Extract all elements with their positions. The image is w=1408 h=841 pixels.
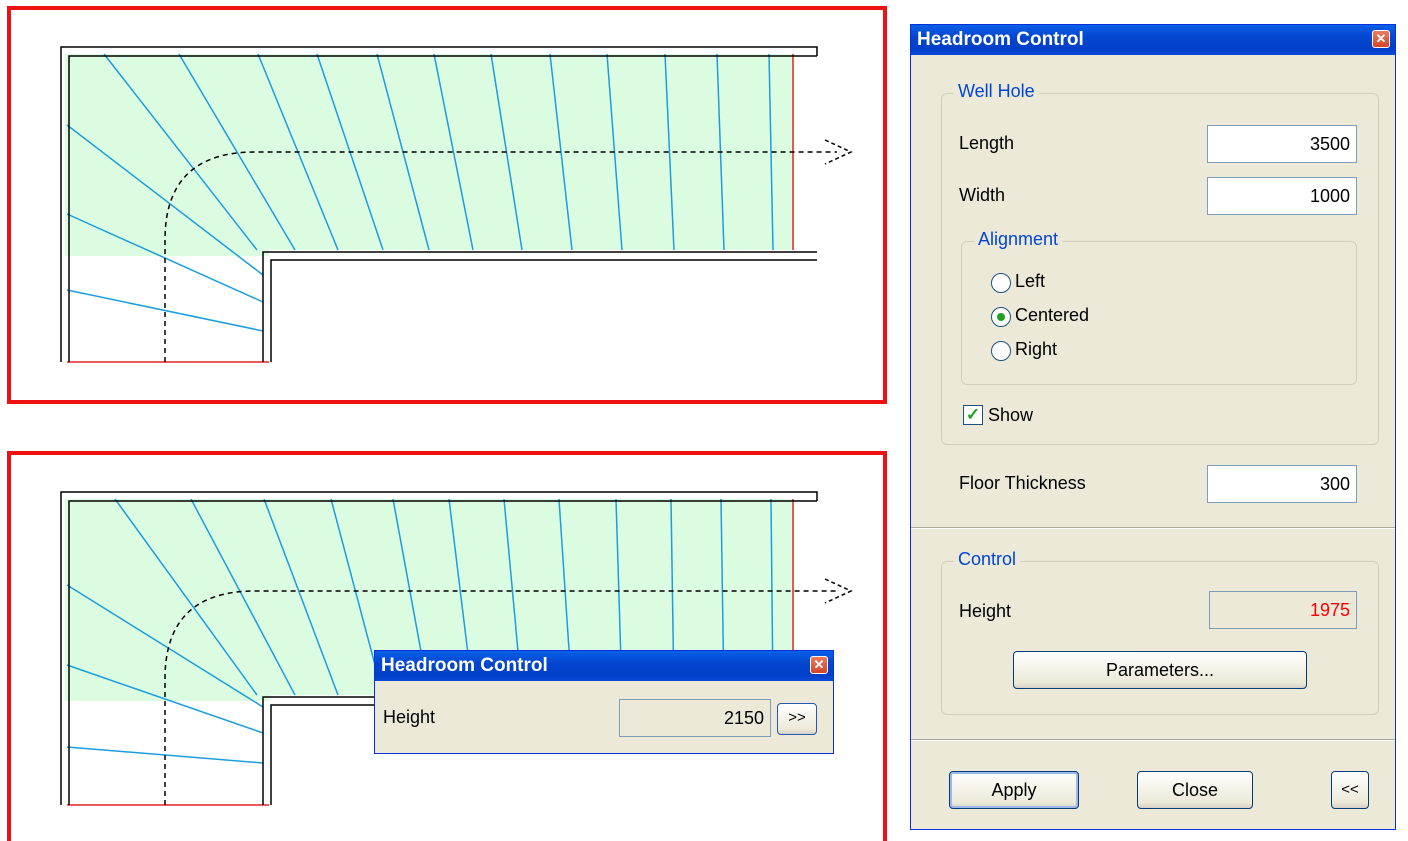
mini-dialog-title: Headroom Control: [381, 655, 548, 676]
mini-height-value: 2150: [619, 699, 771, 737]
height-label: Height: [959, 601, 1012, 621]
radio-right-label: Right: [1015, 339, 1058, 359]
expand-button[interactable]: >>: [777, 703, 817, 735]
width-field[interactable]: 1000: [1207, 177, 1357, 215]
mini-height-label: Height: [383, 707, 436, 727]
radio-right-button[interactable]: [991, 341, 1011, 361]
dialog-titlebar[interactable]: Headroom Control ✕: [911, 25, 1395, 55]
radio-left-button[interactable]: [991, 273, 1011, 293]
radio-centered-label: Centered: [1015, 305, 1090, 325]
plan-view-bottom: [7, 451, 887, 841]
well-hole-legend: Well Hole: [954, 81, 1039, 102]
width-label: Width: [959, 185, 1006, 205]
stair-plan-bottom: [60, 491, 853, 806]
stair-fill: [65, 54, 793, 256]
parameters-button[interactable]: Parameters...: [1013, 651, 1307, 689]
stair-plan-top: [60, 46, 853, 363]
close-button[interactable]: Close: [1137, 771, 1253, 809]
divider: [911, 739, 1395, 741]
plan-view-top: [7, 6, 887, 404]
length-label: Length: [959, 133, 1015, 153]
show-label: Show: [988, 405, 1034, 425]
apply-button[interactable]: Apply: [949, 771, 1079, 809]
radio-centered-button[interactable]: [991, 307, 1011, 327]
close-icon[interactable]: ✕: [810, 656, 828, 674]
collapse-button[interactable]: <<: [1331, 771, 1369, 809]
show-checkbox-box[interactable]: ✓: [963, 405, 983, 425]
headroom-control-dialog: Headroom Control ✕ Well Hole Length 3500…: [910, 24, 1396, 830]
floor-thickness-label: Floor Thickness: [959, 473, 1086, 493]
floor-thickness-field[interactable]: 300: [1207, 465, 1357, 503]
height-value: 1975: [1209, 591, 1357, 629]
close-icon[interactable]: ✕: [1372, 30, 1390, 48]
mini-headroom-dialog: Headroom Control ✕ Height 2150 >>: [374, 650, 834, 754]
length-field[interactable]: 3500: [1207, 125, 1357, 163]
control-legend: Control: [954, 549, 1021, 570]
alignment-legend: Alignment: [974, 229, 1063, 250]
radio-left-label: Left: [1015, 271, 1046, 291]
divider: [911, 527, 1395, 529]
dialog-title: Headroom Control: [917, 29, 1084, 50]
mini-dialog-titlebar[interactable]: Headroom Control ✕: [375, 651, 833, 681]
control-group: Control: [941, 549, 1379, 715]
